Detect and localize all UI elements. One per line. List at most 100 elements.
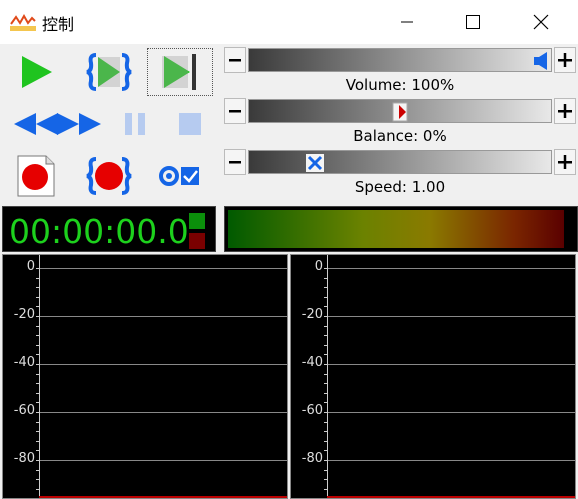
right-scope-minor-tick <box>324 268 328 269</box>
left-scope-minor-tick <box>36 412 39 413</box>
right-channel-scope: 0 -20 -40 -60 -80 <box>290 254 576 499</box>
minimize-icon <box>401 21 413 23</box>
right-scope-minor-tick <box>324 392 327 394</box>
speaker-icon <box>534 52 547 70</box>
record-new-button[interactable] <box>3 152 69 200</box>
right-scope-minor-tick <box>324 469 327 471</box>
right-scope-minor-tick <box>324 277 327 279</box>
right-scope-minor-tick <box>324 296 327 298</box>
left-scope-minor-tick <box>36 287 40 289</box>
left-scope-minor-tick <box>36 354 39 356</box>
speed-thumb[interactable] <box>305 153 325 173</box>
left-scope-minor-tick <box>36 431 39 433</box>
minimize-button[interactable] <box>384 0 430 44</box>
right-scope-gridline <box>328 364 575 365</box>
play-to-end-button[interactable] <box>147 48 213 96</box>
right-scope-minor-tick <box>324 373 327 375</box>
plus-icon <box>558 155 572 169</box>
left-scope-minor-tick <box>36 460 40 461</box>
left-scope-minor-tick <box>36 440 40 442</box>
left-scope-minor-tick <box>36 296 39 298</box>
plus-icon <box>558 104 572 118</box>
minus-icon <box>229 110 241 113</box>
balance-right-button[interactable] <box>554 98 576 124</box>
left-scope-minor-tick <box>36 469 39 471</box>
right-scope-minor-tick <box>324 344 328 346</box>
left-scope-minor-tick <box>36 450 39 452</box>
left-scope-gridline <box>40 364 287 365</box>
record-options-button[interactable] <box>147 152 213 200</box>
speed-x-marker-icon <box>306 154 324 172</box>
right-scope-gridline <box>328 316 575 317</box>
stop-button[interactable] <box>157 100 223 148</box>
level-gradient <box>228 210 564 248</box>
wave-app-icon <box>10 13 36 31</box>
left-scope-tick-label: -40 <box>13 355 35 370</box>
right-scope-minor-tick <box>324 306 328 308</box>
left-scope-minor-tick <box>36 392 39 394</box>
play-button[interactable] <box>3 48 69 96</box>
balance-slider[interactable] <box>224 98 576 124</box>
left-scope-minor-tick <box>36 421 40 423</box>
maximize-icon <box>466 15 480 29</box>
left-scope-minor-tick <box>36 306 40 308</box>
plus-icon <box>558 53 572 67</box>
left-scope-minor-tick <box>36 277 39 279</box>
left-scope-minor-tick <box>36 364 40 365</box>
right-scope-minor-tick <box>324 402 328 404</box>
play-to-end-icon <box>162 54 196 90</box>
balance-left-button[interactable] <box>224 98 246 124</box>
speed-slider[interactable] <box>224 149 576 175</box>
left-scope-minor-tick <box>36 335 39 337</box>
volume-increase-button[interactable] <box>554 47 576 73</box>
right-scope-minor-tick <box>324 335 327 337</box>
right-scope-tick-label: -80 <box>301 451 323 466</box>
left-scope-minor-tick <box>36 479 40 481</box>
right-scope-tick-label: -60 <box>301 403 323 418</box>
minus-icon <box>229 59 241 62</box>
right-scope-minor-tick <box>324 412 327 413</box>
right-scope-minor-tick <box>324 450 327 452</box>
left-scope-gridline <box>40 460 287 461</box>
speed-track[interactable] <box>248 150 552 174</box>
right-scope-gridline <box>328 460 575 461</box>
record-loop-button[interactable] <box>76 152 142 200</box>
time-counter: 00:00:00.0 <box>9 212 189 251</box>
right-scope-minor-tick <box>324 431 327 433</box>
close-button[interactable] <box>518 0 564 44</box>
volume-thumb[interactable] <box>531 51 551 71</box>
play-icon <box>22 56 52 88</box>
right-scope-baseline <box>327 496 575 498</box>
left-scope-tick-label: -60 <box>13 403 35 418</box>
time-display: 00:00:00.0 <box>2 206 216 252</box>
speed-increase-button[interactable] <box>554 149 576 175</box>
close-icon <box>533 14 549 30</box>
left-scope-gridline <box>40 412 287 413</box>
left-channel-scope: 0 -20 -40 -60 -80 <box>2 254 288 499</box>
left-scope-minor-tick <box>36 268 40 269</box>
volume-label: Volume: 100% <box>345 76 455 94</box>
balance-label: Balance: 0% <box>353 127 447 145</box>
play-indicator-led <box>189 213 205 229</box>
maximize-button[interactable] <box>450 0 496 44</box>
right-scope-minor-tick <box>324 488 327 490</box>
right-scope-minor-tick <box>324 354 327 356</box>
right-scope-minor-tick <box>324 316 327 317</box>
record-page-icon <box>17 155 55 197</box>
right-scope-minor-tick <box>324 460 328 461</box>
balance-track[interactable] <box>248 99 552 123</box>
left-scope-baseline <box>39 496 287 498</box>
play-loop-button[interactable] <box>76 48 142 96</box>
right-scope-minor-tick <box>324 325 328 327</box>
window-title: 控制 <box>42 15 75 34</box>
left-scope-minor-tick <box>36 383 40 385</box>
pause-icon <box>125 113 145 135</box>
volume-slider[interactable] <box>224 47 576 73</box>
right-scope-minor-tick <box>324 287 328 289</box>
left-scope-minor-tick <box>36 344 40 346</box>
left-scope-tick-label: 0 <box>26 259 35 274</box>
balance-thumb[interactable] <box>390 102 410 122</box>
volume-decrease-button[interactable] <box>224 47 246 73</box>
speed-decrease-button[interactable] <box>224 149 246 175</box>
volume-track[interactable] <box>248 48 552 72</box>
